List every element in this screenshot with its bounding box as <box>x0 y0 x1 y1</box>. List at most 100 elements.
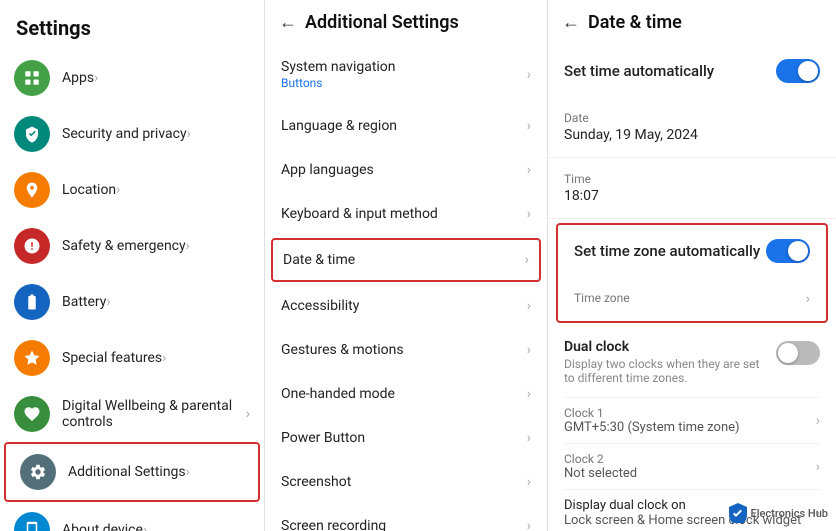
sidebar-item-security[interactable]: Security and privacy › <box>0 106 264 162</box>
left-panel: Settings Apps › Security and privacy › L… <box>0 0 265 531</box>
dual-clock-toggle[interactable] <box>776 341 820 365</box>
middle-back-arrow[interactable]: ← <box>279 12 297 33</box>
onehanded-label: One-handed mode <box>281 386 527 402</box>
screenrec-label: Screen recording <box>281 518 527 531</box>
app-lang-label: App languages <box>281 162 527 178</box>
menu-screenrec[interactable]: Screen recording › <box>265 504 547 531</box>
clock2-chevron: › <box>816 459 820 475</box>
timezone-label: Time zone <box>574 291 630 305</box>
right-panel-title: Date & time <box>588 12 682 33</box>
menu-accessibility[interactable]: Accessibility › <box>265 284 547 328</box>
power-label: Power Button <box>281 430 527 446</box>
timezone-chevron: › <box>806 291 810 307</box>
clock1-chevron: › <box>816 413 820 429</box>
battery-icon <box>14 284 50 320</box>
time-section: Time 18:07 <box>548 158 836 219</box>
right-header: ← Date & time <box>548 0 836 45</box>
screenrec-chevron: › <box>527 518 531 531</box>
keyboard-label: Keyboard & input method <box>281 206 527 222</box>
set-timezone-auto-row[interactable]: Set time zone automatically <box>558 225 826 277</box>
gestures-label: Gestures & motions <box>281 342 527 358</box>
clock2-label: Clock 2 <box>564 452 637 466</box>
app-lang-chevron: › <box>527 162 531 178</box>
accessibility-label: Accessibility <box>281 298 527 314</box>
menu-language[interactable]: Language & region › <box>265 104 547 148</box>
additional-chevron: › <box>186 464 190 480</box>
dual-clock-section: Dual clock Display two clocks when they … <box>548 327 836 531</box>
clock2-item[interactable]: Clock 2 Not selected › <box>564 443 820 489</box>
wellbeing-chevron: › <box>246 406 250 422</box>
sidebar-item-wellbeing[interactable]: Digital Wellbeing & parental controls › <box>0 386 264 442</box>
menu-screenshot[interactable]: Screenshot › <box>265 460 547 504</box>
sidebar-item-safety[interactable]: Safety & emergency › <box>0 218 264 274</box>
time-label: Time <box>564 172 820 186</box>
menu-onehanded[interactable]: One-handed mode › <box>265 372 547 416</box>
additional-label: Additional Settings <box>68 464 186 480</box>
apps-chevron: › <box>94 70 98 86</box>
wellbeing-label: Digital Wellbeing & parental controls <box>62 398 246 430</box>
right-back-arrow[interactable]: ← <box>562 12 580 33</box>
sidebar-item-location[interactable]: Location › <box>0 162 264 218</box>
sidebar-item-special[interactable]: Special features › <box>0 330 264 386</box>
sidebar-item-additional[interactable]: Additional Settings › <box>4 442 260 502</box>
screenshot-chevron: › <box>527 474 531 490</box>
watermark-text: Electronics Hub <box>751 507 828 520</box>
location-icon <box>14 172 50 208</box>
date-section: Date Sunday, 19 May, 2024 <box>548 97 836 158</box>
timezone-auto-box: Set time zone automatically Time zone › <box>556 223 828 323</box>
clock1-value: GMT+5:30 (System time zone) <box>564 420 740 435</box>
sidebar-item-battery[interactable]: Battery › <box>0 274 264 330</box>
security-icon <box>14 116 50 152</box>
clock1-label: Clock 1 <box>564 406 740 420</box>
location-chevron: › <box>116 182 120 198</box>
gestures-chevron: › <box>527 342 531 358</box>
dual-clock-desc: Display two clocks when they are set to … <box>564 357 768 385</box>
wellbeing-icon <box>14 396 50 432</box>
screenshot-label: Screenshot <box>281 474 527 490</box>
set-time-auto-toggle[interactable] <box>776 59 820 83</box>
clock2-value: Not selected <box>564 466 637 481</box>
keyboard-chevron: › <box>527 206 531 222</box>
menu-keyboard[interactable]: Keyboard & input method › <box>265 192 547 236</box>
apps-label: Apps <box>62 70 94 86</box>
safety-label: Safety & emergency <box>62 238 186 254</box>
onehanded-chevron: › <box>527 386 531 402</box>
accessibility-chevron: › <box>527 298 531 314</box>
additional-icon <box>20 454 56 490</box>
clock1-item[interactable]: Clock 1 GMT+5:30 (System time zone) › <box>564 397 820 443</box>
special-icon <box>14 340 50 376</box>
datetime-chevron: › <box>525 252 529 268</box>
menu-gestures[interactable]: Gestures & motions › <box>265 328 547 372</box>
sidebar-item-about[interactable]: About device › <box>0 502 264 531</box>
set-timezone-auto-label: Set time zone automatically <box>574 242 760 260</box>
about-icon <box>14 512 50 531</box>
special-chevron: › <box>162 350 166 366</box>
dual-clock-title: Dual clock <box>564 339 768 355</box>
location-label: Location <box>62 182 116 198</box>
menu-system-nav[interactable]: System navigation Buttons › <box>265 45 547 104</box>
set-time-auto-row[interactable]: Set time automatically <box>548 45 836 97</box>
system-nav-label: System navigation <box>281 59 527 75</box>
system-nav-text: System navigation Buttons <box>281 59 527 90</box>
sidebar-item-apps[interactable]: Apps › <box>0 50 264 106</box>
date-label: Date <box>564 111 820 125</box>
middle-header: ← Additional Settings <box>265 0 547 45</box>
security-label: Security and privacy <box>62 126 187 142</box>
about-chevron: › <box>143 522 147 531</box>
security-chevron: › <box>187 126 191 142</box>
apps-icon <box>14 60 50 96</box>
time-value: 18:07 <box>564 188 820 204</box>
menu-app-lang[interactable]: App languages › <box>265 148 547 192</box>
timezone-section[interactable]: Time zone › <box>558 277 826 321</box>
language-chevron: › <box>527 118 531 134</box>
middle-panel-title: Additional Settings <box>305 12 459 33</box>
about-label: About device <box>62 522 143 531</box>
watermark-shield-icon <box>729 503 747 523</box>
language-label: Language & region <box>281 118 527 134</box>
set-timezone-auto-toggle[interactable] <box>766 239 810 263</box>
menu-datetime[interactable]: Date & time › <box>271 238 541 282</box>
safety-icon <box>14 228 50 264</box>
menu-power[interactable]: Power Button › <box>265 416 547 460</box>
settings-title: Settings <box>0 0 264 50</box>
system-nav-chevron: › <box>527 67 531 83</box>
